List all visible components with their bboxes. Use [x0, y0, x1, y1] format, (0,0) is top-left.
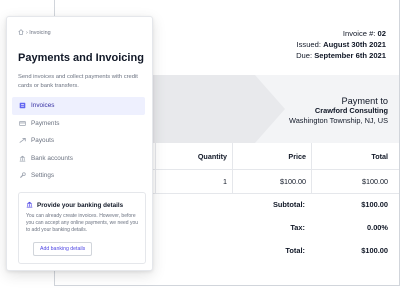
sidebar-item-invoices[interactable]: Invoices — [12, 97, 145, 115]
payee-address: Washington Township, NJ, US — [289, 116, 388, 125]
total-value: $100.00 — [361, 246, 388, 255]
add-banking-details-button[interactable]: Add banking details — [33, 242, 93, 256]
invoice-header: Invoice #: 02 Issued: August 30th 2021 D… — [296, 28, 386, 61]
sidebar-item-label: Payouts — [31, 137, 55, 145]
tax-value: 0.00% — [367, 223, 388, 232]
issued-date: August 30th 2021 — [323, 40, 386, 49]
sidebar-item-label: Bank accounts — [31, 154, 73, 162]
total-label: Total: — [285, 246, 305, 255]
bank-icon — [26, 201, 33, 210]
item-total: $100.00 — [311, 170, 399, 193]
sidebar-item-bank-accounts[interactable]: Bank accounts — [12, 150, 145, 168]
bank-icon — [19, 155, 26, 162]
issued-label: Issued: — [296, 40, 321, 49]
payee-name: Crawford Consulting — [314, 106, 388, 115]
wrench-icon — [19, 172, 26, 179]
column-header-quantity: Quantity — [155, 143, 232, 169]
due-date: September 6th 2021 — [314, 51, 386, 60]
sidebar-item-settings[interactable]: Settings — [12, 167, 145, 185]
tax-label: Tax: — [290, 223, 305, 232]
sidebar-item-label: Invoices — [31, 102, 55, 110]
payment-to-label: Payment to — [341, 96, 388, 106]
invoice-number: 02 — [377, 29, 386, 38]
item-quantity: 1 — [155, 170, 232, 193]
item-price: $100.00 — [232, 170, 311, 193]
sidebar-item-payouts[interactable]: Payouts — [12, 132, 145, 150]
home-icon[interactable] — [18, 29, 24, 37]
subtotal-label: Subtotal: — [272, 200, 305, 209]
banking-card-title-text: Provide your banking details — [37, 202, 124, 209]
due-label: Due: — [296, 51, 313, 60]
subtotal-value: $100.00 — [361, 200, 388, 209]
breadcrumb-invoicing[interactable]: › Invoicing — [26, 30, 51, 36]
invoice-icon — [19, 102, 26, 109]
banking-details-card: Provide your banking details You can alr… — [18, 192, 146, 264]
sidebar-nav: Invoices Payments Payouts Bank accounts … — [12, 97, 145, 185]
page-title: Payments and Invoicing — [18, 52, 144, 64]
breadcrumb[interactable]: › Invoicing — [18, 29, 51, 37]
banking-card-title: Provide your banking details — [26, 201, 123, 210]
sidebar-item-label: Settings — [31, 172, 55, 180]
column-header-price: Price — [232, 143, 311, 169]
invoice-number-label: Invoice #: — [342, 29, 376, 38]
banking-card-text: You can already create invoices. However… — [26, 213, 139, 233]
sidebar-item-label: Payments — [31, 119, 60, 127]
sidebar-item-payments[interactable]: Payments — [12, 115, 145, 133]
credit-card-icon — [19, 120, 26, 127]
column-header-total: Total — [311, 143, 399, 169]
payments-settings-panel: › Invoicing Payments and Invoicing Send … — [6, 16, 153, 271]
payout-icon — [19, 137, 26, 144]
page-description: Send invoices and collect payments with … — [18, 74, 138, 89]
